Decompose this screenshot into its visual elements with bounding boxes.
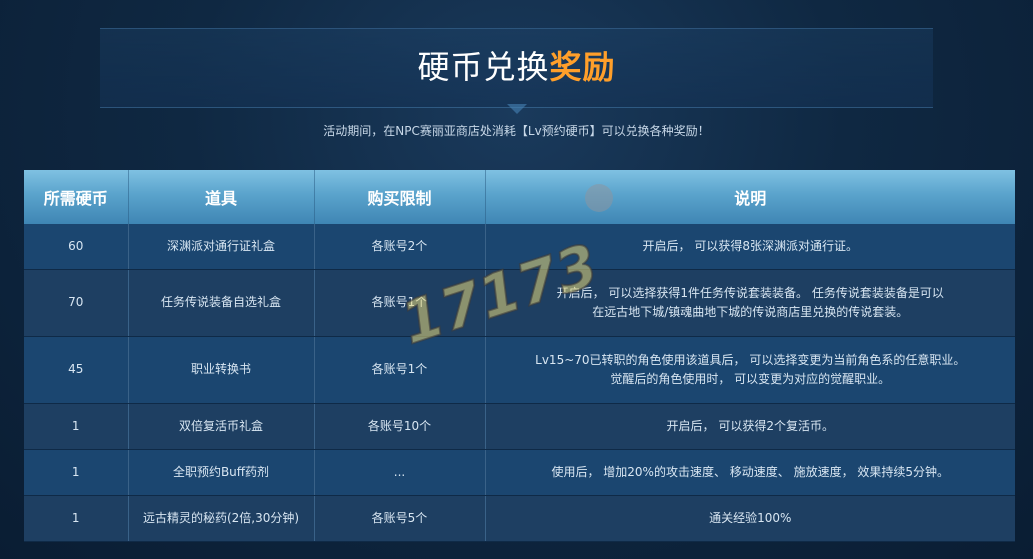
cell-limit: 各账号1个 [314,336,486,404]
column-header-description: 说明 [485,170,1015,224]
exchange-table: 所需硬币 道具 购买限制 说明 60 深渊派对通行证礼盒 各账号2个 开启后， … [24,170,1015,542]
table-header-row: 所需硬币 道具 购买限制 说明 [24,170,1015,224]
table-row: 1 双倍复活币礼盒 各账号10个 开启后， 可以获得2个复活币。 [24,403,1015,450]
cell-item: 远古精灵的秘药(2倍,30分钟) [128,495,315,542]
table-row: 70 任务传说装备自选礼盒 各账号1个 开启后， 可以选择获得1件任务传说套装装… [24,269,1015,337]
description-line: 通关经验100% [709,510,792,525]
cell-limit: 各账号1个 [314,269,486,337]
cell-coins: 45 [24,336,129,404]
banner-pointer [507,104,527,114]
event-description: 活动期间，在NPC赛丽亚商店处消耗【Lv预约硬币】可以兑换各种奖励！ [323,124,710,138]
cell-description: 通关经验100% [485,495,1015,542]
description-line: 觉醒后的角色使用时， 可以变更为对应的觉醒职业。 [610,371,891,386]
description-line: 使用后， 增加20%的攻击速度、 移动速度、 施放速度， 效果持续5分钟。 [551,464,950,479]
cell-description: 开启后， 可以获得2个复活币。 [485,403,1015,450]
cell-limit: ... [314,449,486,496]
cell-description: 使用后， 增加20%的攻击速度、 移动速度、 施放速度， 效果持续5分钟。 [485,449,1015,496]
description-line: 开启后， 可以获得8张深渊派对通行证。 [642,238,858,253]
cell-limit: 各账号10个 [314,403,486,450]
column-header-item: 道具 [128,170,315,224]
cell-item: 深渊派对通行证礼盒 [128,224,315,270]
cell-item: 任务传说装备自选礼盒 [128,269,315,337]
cell-limit: 各账号5个 [314,495,486,542]
cell-item: 全职预约Buff药剂 [128,449,315,496]
title-accent: 奖励 [549,48,616,86]
description-line: 开启后， 可以获得2个复活币。 [666,418,834,433]
table-row: 1 全职预约Buff药剂 ... 使用后， 增加20%的攻击速度、 移动速度、 … [24,449,1015,496]
watermark-dot-icon [585,184,613,212]
table-row: 60 深渊派对通行证礼盒 各账号2个 开启后， 可以获得8张深渊派对通行证。 [24,224,1015,270]
cell-coins: 1 [24,495,129,542]
cell-item: 职业转换书 [128,336,315,404]
cell-coins: 1 [24,449,129,496]
cell-description: Lv15~70已转职的角色使用该道具后， 可以选择变更为当前角色系的任意职业。觉… [485,336,1015,404]
description-line: Lv15~70已转职的角色使用该道具后， 可以选择变更为当前角色系的任意职业。 [535,352,966,367]
description-line: 开启后， 可以选择获得1件任务传说套装装备。 任务传说套装装备是可以 [556,285,944,300]
column-header-coins: 所需硬币 [24,170,129,224]
column-header-limit: 购买限制 [314,170,486,224]
cell-coins: 70 [24,269,129,337]
cell-limit: 各账号2个 [314,224,486,270]
title-main: 硬币兑换 [417,48,550,86]
table-row: 1 远古精灵的秘药(2倍,30分钟) 各账号5个 通关经验100% [24,495,1015,542]
cell-description: 开启后， 可以选择获得1件任务传说套装装备。 任务传说套装装备是可以 在远古地下城… [485,269,1015,337]
cell-description: 开启后， 可以获得8张深渊派对通行证。 [485,224,1015,270]
description-line: 在远古地下城/镇魂曲地下城的传说商店里兑换的传说套装。 [592,304,909,319]
table-row: 45 职业转换书 各账号1个 Lv15~70已转职的角色使用该道具后， 可以选择… [24,336,1015,404]
page-title: 硬币兑换奖励 [0,42,1033,88]
cell-coins: 1 [24,403,129,450]
cell-coins: 60 [24,224,129,270]
cell-item: 双倍复活币礼盒 [128,403,315,450]
